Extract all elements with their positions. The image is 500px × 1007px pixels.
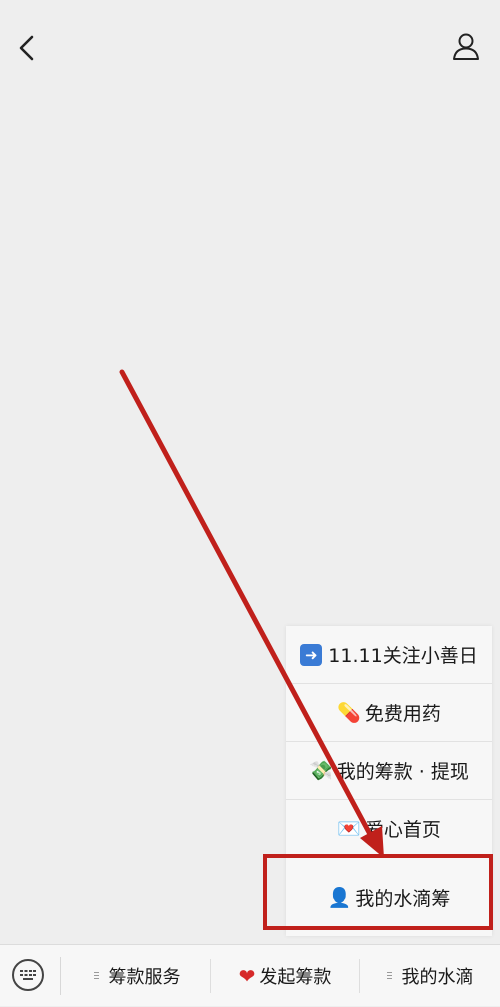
menu-item-label: 11.11关注小善日 xyxy=(328,645,478,667)
menu-item-label: 我的筹款 · 提现 xyxy=(336,761,469,783)
submenu-icon xyxy=(386,971,392,981)
keyboard-icon xyxy=(20,970,36,980)
tab-label: 发起筹款 xyxy=(259,967,332,988)
tab-start-fundraising[interactable]: ❤ 发起筹款 xyxy=(211,945,359,1007)
menu-item-love-home[interactable]: 💌 爱心首页 xyxy=(286,800,492,858)
heart-envelope-icon: 💌 xyxy=(337,818,361,840)
menu-item-label: 免费用药 xyxy=(364,703,441,725)
menu-item-label: 爱心首页 xyxy=(364,819,441,841)
profile-button[interactable] xyxy=(448,28,484,64)
keyboard-toggle-button[interactable] xyxy=(12,959,44,991)
bottom-menu-bar: 筹款服务 ❤ 发起筹款 我的水滴 xyxy=(0,944,500,1006)
arrow-right-icon: ➜ xyxy=(300,643,323,666)
pill-icon: 💊 xyxy=(337,702,361,724)
tab-fundraising-service[interactable]: 筹款服务 xyxy=(64,945,210,1007)
divider xyxy=(60,957,61,995)
submenu-icon xyxy=(93,971,99,981)
tab-label: 筹款服务 xyxy=(108,967,181,988)
menu-item-my-fundraising[interactable]: 💸 我的筹款 · 提现 xyxy=(286,742,492,800)
highlight-box xyxy=(263,854,493,930)
money-icon: 💸 xyxy=(309,760,333,782)
chevron-left-icon xyxy=(19,35,34,61)
back-button[interactable] xyxy=(10,30,42,66)
tab-label: 我的水滴 xyxy=(401,967,474,988)
menu-item-free-medicine[interactable]: 💊 免费用药 xyxy=(286,684,492,742)
user-outline-icon xyxy=(453,33,479,60)
top-bar xyxy=(0,0,500,96)
tab-my-shuidi[interactable]: 我的水滴 xyxy=(360,945,500,1007)
menu-item-1111[interactable]: ➜ 11.11关注小善日 xyxy=(286,626,492,684)
heart-icon: ❤ xyxy=(238,964,256,988)
